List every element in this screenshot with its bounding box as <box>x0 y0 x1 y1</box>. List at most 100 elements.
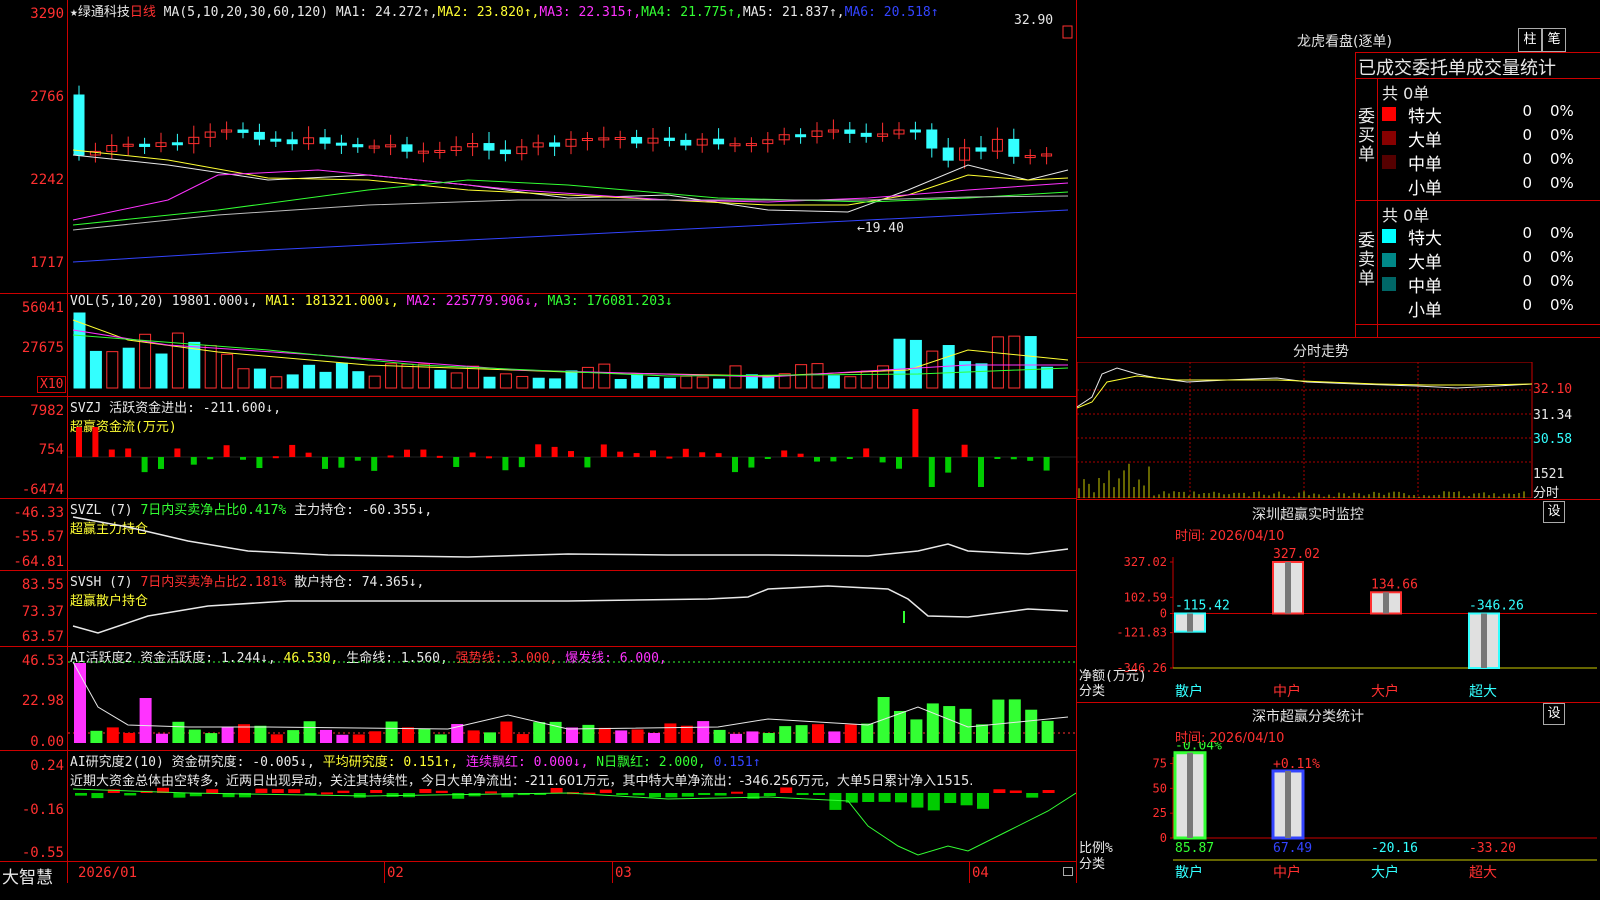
buy-side-label: 委买单 <box>1358 107 1375 165</box>
activity-bar <box>894 710 906 743</box>
bar-shade <box>1285 770 1291 838</box>
activity-bar <box>533 722 546 743</box>
flow-bar <box>600 444 607 457</box>
activity-bar <box>254 725 267 743</box>
volume-bar <box>155 353 168 389</box>
bar-view-button[interactable]: 柱 <box>1518 28 1542 52</box>
flow-bar <box>748 457 755 468</box>
bar-value-label: 134.66 <box>1371 577 1418 592</box>
ai-research-chart[interactable] <box>68 751 1076 861</box>
color-swatch <box>1382 229 1396 243</box>
chart-area[interactable]: ★绿通科技日线 MA(5,10,20,30,60,120) MA1: 24.27… <box>0 0 1077 888</box>
volume-bar <box>926 350 939 389</box>
ai-active-y-tick: 0.00 <box>30 734 64 750</box>
activity-bar <box>992 699 1005 743</box>
flow-bar <box>945 457 952 473</box>
volume-bar <box>499 373 512 389</box>
ai-active-chart[interactable] <box>68 647 1076 750</box>
flow-bar <box>256 457 263 469</box>
bar-top-label: +0.11% <box>1273 757 1320 772</box>
volume-bar <box>89 350 102 389</box>
flow-bar <box>420 449 427 457</box>
x-axis-title: 分类 <box>1079 857 1105 872</box>
flow-bar <box>797 453 804 457</box>
sell-row: 小单 0 0% <box>1382 296 1574 321</box>
activity-bar <box>943 706 956 743</box>
candle <box>631 136 643 144</box>
research-bar <box>911 793 924 808</box>
flow-bar <box>666 456 673 459</box>
volume-bar <box>647 376 660 389</box>
volume-bar <box>286 374 299 389</box>
main-y-tick: 1717 <box>30 255 64 271</box>
count-view-button[interactable]: 笔 <box>1542 28 1566 52</box>
activity-bar <box>90 730 103 743</box>
research-bar <box>649 793 661 798</box>
candle <box>663 137 675 141</box>
volume-bar <box>893 338 906 389</box>
flow-bar <box>535 444 542 457</box>
activity-bar <box>1041 720 1054 743</box>
y-tick-label: -121.83 <box>1116 626 1167 640</box>
flow-bar <box>584 457 591 468</box>
bar-top-label: -0.04% <box>1175 742 1222 754</box>
svzl-chart[interactable] <box>68 499 1076 570</box>
volume-bar <box>713 378 726 389</box>
volume-bar <box>319 371 332 389</box>
flow-bar <box>764 457 771 459</box>
intraday-price-tick: 32.10 <box>1533 382 1573 397</box>
candle <box>237 129 249 133</box>
activity-bar <box>287 730 300 743</box>
svzj-chart[interactable] <box>68 397 1076 498</box>
flow-bar <box>190 457 197 465</box>
flow-bar <box>912 409 919 457</box>
volume-chart[interactable] <box>68 310 1076 396</box>
holding-line <box>72 516 1069 558</box>
svzl-y-tick: -55.57 <box>13 529 64 545</box>
flow-bar <box>338 457 345 468</box>
volume-bar <box>221 353 234 389</box>
activity-bar <box>861 723 874 743</box>
activity-bar <box>434 734 447 743</box>
flow-bar <box>846 457 853 459</box>
bar-shade <box>1187 613 1193 632</box>
volume-bar <box>844 376 857 389</box>
category-name: 中单 <box>1408 277 1442 297</box>
volume-bar <box>434 369 447 389</box>
research-bar <box>1009 790 1022 793</box>
price-chart[interactable] <box>68 0 1076 293</box>
volume-header: VOL(5,10,20) 19801.000↓, MA1: 181321.000… <box>70 294 673 309</box>
research-bar <box>813 793 825 795</box>
sz-monitor-settings-button[interactable]: 设 <box>1543 501 1565 523</box>
volume-bar <box>483 376 496 389</box>
lock-icon[interactable] <box>1063 867 1073 876</box>
activity-bar <box>139 698 152 743</box>
bar-value-label: 67.49 <box>1273 841 1312 856</box>
ma-line <box>72 209 1069 263</box>
sz-monitor-chart[interactable]: 327.02 102.59 0 -121.83 -346.26 -115.42 散户 327.… <box>1077 540 1600 700</box>
ma-line <box>72 154 1069 213</box>
sz-class-chart[interactable]: 75 50 25 0 -0.04% +0.11% 85.87 散户 67.49 中户 -20.16 大… <box>1077 742 1600 900</box>
research-bar <box>960 793 973 806</box>
activity-bar <box>123 732 136 743</box>
y-tick-label: 75 <box>1153 757 1167 771</box>
bar-value-label: -33.20 <box>1469 841 1516 856</box>
sell-side-label: 委卖单 <box>1358 231 1375 289</box>
research-bar <box>386 793 399 797</box>
sz-class-settings-button[interactable]: 设 <box>1543 703 1565 725</box>
svsh-chart[interactable] <box>68 571 1076 646</box>
flow-bar <box>994 457 1001 459</box>
research-bar <box>271 789 284 793</box>
flow-bar <box>322 457 328 469</box>
research-bar <box>255 788 268 793</box>
sell-total: 共 0单 <box>1382 206 1430 225</box>
category-name: 小单 <box>1408 301 1442 321</box>
color-swatch <box>1382 253 1396 267</box>
intraday-chart[interactable] <box>1077 362 1600 498</box>
category-label: 大户 <box>1371 864 1399 881</box>
research-bar <box>419 789 432 793</box>
flow-bar <box>682 448 689 457</box>
volume-bar <box>795 364 808 389</box>
activity-bar <box>1008 699 1021 743</box>
candle <box>139 143 151 147</box>
